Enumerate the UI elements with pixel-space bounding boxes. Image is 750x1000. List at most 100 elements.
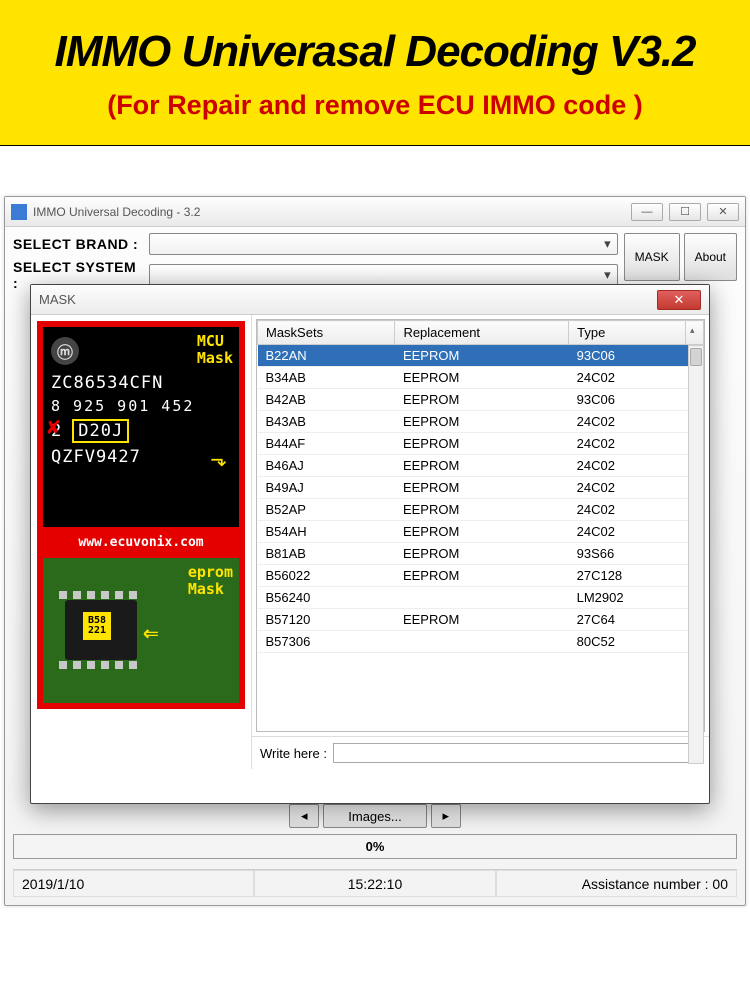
cell-maskset: B54AH: [258, 521, 395, 543]
mask-button[interactable]: MASK: [624, 233, 680, 281]
cell-replacement: EEPROM: [395, 521, 569, 543]
select-system-combo[interactable]: [149, 264, 618, 286]
cell-maskset: B57306: [258, 631, 395, 653]
status-assist: Assistance number : 00: [496, 870, 737, 897]
chip-line-3: ✘ 2D20J: [51, 419, 231, 443]
cell-type: 24C02: [569, 521, 686, 543]
cell-maskset: B34AB: [258, 367, 395, 389]
cell-maskset: B44AF: [258, 433, 395, 455]
mask-titlebar: MASK ✕: [31, 285, 709, 315]
promo-banner: IMMO Univerasal Decoding V3.2 (For Repai…: [0, 0, 750, 146]
cell-type: 24C02: [569, 367, 686, 389]
maximize-button[interactable]: ☐: [669, 203, 701, 221]
images-button[interactable]: Images...: [323, 804, 426, 828]
write-here-input[interactable]: [333, 743, 701, 763]
cell-maskset: B56022: [258, 565, 395, 587]
chip-line-1: ZC86534CFN: [51, 373, 231, 393]
cell-replacement: EEPROM: [395, 367, 569, 389]
cell-replacement: EEPROM: [395, 499, 569, 521]
strike-x-icon: ✘: [47, 415, 61, 440]
mask-dialog-title: MASK: [39, 292, 76, 307]
status-bar: 2019/1/10 15:22:10 Assistance number : 0…: [13, 869, 737, 897]
mask-image-panel: MCU Mask ⓜ ZC86534CFN 8 925 901 452 ✘ 2D…: [31, 315, 251, 769]
cell-replacement: EEPROM: [395, 433, 569, 455]
cell-replacement: [395, 587, 569, 609]
close-button[interactable]: ✕: [707, 203, 739, 221]
cell-maskset: B56240: [258, 587, 395, 609]
cell-replacement: EEPROM: [395, 565, 569, 587]
table-row[interactable]: B56022EEPROM27C128: [258, 565, 704, 587]
cell-replacement: EEPROM: [395, 345, 569, 367]
cell-type: 93S66: [569, 543, 686, 565]
about-button[interactable]: About: [684, 233, 737, 281]
grid-header-replacement[interactable]: Replacement: [395, 321, 569, 345]
progress-text: 0%: [366, 839, 385, 854]
cell-replacement: EEPROM: [395, 543, 569, 565]
image-next-button[interactable]: ▸: [431, 804, 461, 828]
cell-maskset: B46AJ: [258, 455, 395, 477]
table-row[interactable]: B22ANEEPROM93C06: [258, 345, 704, 367]
maskset-grid[interactable]: MaskSets Replacement Type B22ANEEPROM93C…: [256, 319, 705, 732]
chevron-left-icon: ◂: [301, 808, 308, 824]
minimize-button[interactable]: —: [631, 203, 663, 221]
app-icon: [11, 204, 27, 220]
mask-close-button[interactable]: ✕: [657, 290, 701, 310]
cell-replacement: EEPROM: [395, 389, 569, 411]
cell-replacement: EEPROM: [395, 411, 569, 433]
table-row[interactable]: B44AFEEPROM24C02: [258, 433, 704, 455]
grid-scroll-thumb[interactable]: [690, 348, 702, 366]
chevron-right-icon: ▸: [442, 808, 449, 824]
table-row[interactable]: B49AJEEPROM24C02: [258, 477, 704, 499]
motorola-logo-icon: ⓜ: [51, 337, 79, 365]
app-area: IMMO Universal Decoding - 3.2 — ☐ ✕ SELE…: [0, 146, 750, 938]
write-here-label: Write here :: [260, 746, 327, 761]
table-row[interactable]: B52APEEPROM24C02: [258, 499, 704, 521]
cell-type: 93C06: [569, 389, 686, 411]
cell-maskset: B22AN: [258, 345, 395, 367]
cell-type: 24C02: [569, 455, 686, 477]
chip-mask-box: D20J: [72, 419, 129, 443]
cell-replacement: [395, 631, 569, 653]
cell-maskset: B52AP: [258, 499, 395, 521]
grid-header-type[interactable]: Type: [569, 321, 686, 345]
cell-maskset: B49AJ: [258, 477, 395, 499]
table-row[interactable]: B57306 80C52: [258, 631, 704, 653]
cell-type: 80C52: [569, 631, 686, 653]
table-row[interactable]: B56240LM2902: [258, 587, 704, 609]
vendor-url: www.ecuvonix.com: [43, 533, 239, 552]
cell-type: 24C02: [569, 477, 686, 499]
close-icon: ✕: [674, 292, 685, 308]
cell-replacement: EEPROM: [395, 455, 569, 477]
banner-title: IMMO Univerasal Decoding V3.2: [20, 28, 730, 76]
table-row[interactable]: B57120EEPROM27C64: [258, 609, 704, 631]
progress-bar: 0%: [13, 834, 737, 859]
mcu-label-2: Mask: [197, 349, 233, 367]
eprom-label-1: eprom: [188, 563, 233, 581]
status-date: 2019/1/10: [13, 870, 254, 897]
table-row[interactable]: B81ABEEPROM93S66: [258, 543, 704, 565]
cell-type: 24C02: [569, 411, 686, 433]
status-time: 15:22:10: [254, 870, 495, 897]
image-prev-button[interactable]: ◂: [289, 804, 319, 828]
grid-header-masksets[interactable]: MaskSets: [258, 321, 395, 345]
chip-line-2: 8 925 901 452: [51, 397, 231, 415]
ic-mark-2: 221: [88, 625, 106, 636]
main-titlebar: IMMO Universal Decoding - 3.2 — ☐ ✕: [5, 197, 745, 227]
cell-maskset: B43AB: [258, 411, 395, 433]
cell-type: 27C128: [569, 565, 686, 587]
cell-type: 24C02: [569, 499, 686, 521]
grid-scrollbar[interactable]: [688, 345, 704, 732]
eprom-label-2: Mask: [188, 580, 224, 598]
mcu-chip-illustration: MCU Mask ⓜ ZC86534CFN 8 925 901 452 ✘ 2D…: [43, 327, 239, 527]
cell-maskset: B42AB: [258, 389, 395, 411]
table-row[interactable]: B34ABEEPROM24C02: [258, 367, 704, 389]
table-row[interactable]: B42ABEEPROM93C06: [258, 389, 704, 411]
arrow-left-icon: ⇐: [143, 618, 159, 648]
cell-replacement: EEPROM: [395, 477, 569, 499]
table-row[interactable]: B43ABEEPROM24C02: [258, 411, 704, 433]
ic-chip-icon: B58 221: [65, 600, 137, 660]
cell-replacement: EEPROM: [395, 609, 569, 631]
select-brand-combo[interactable]: [149, 233, 618, 255]
table-row[interactable]: B46AJEEPROM24C02: [258, 455, 704, 477]
table-row[interactable]: B54AHEEPROM24C02: [258, 521, 704, 543]
